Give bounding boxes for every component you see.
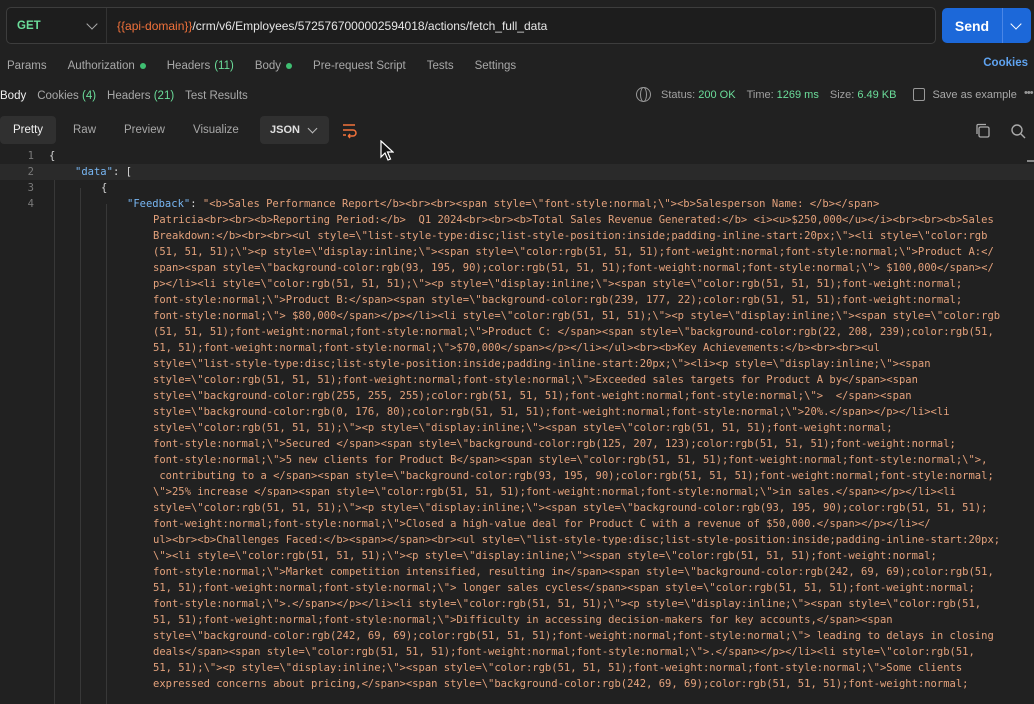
feedback-line: style=\"color:rgb(51, 51, 51);font-weigh… [153, 374, 918, 386]
format-select[interactable]: JSON [260, 116, 329, 144]
feedback-line: style=\"color:rgb(51, 51, 51);\"><p styl… [153, 502, 988, 514]
response-tabs: Body Cookies (4) Headers (21) Test Results … [0, 87, 1034, 105]
save-icon [913, 88, 926, 101]
status-value[interactable]: 200 OK [698, 89, 735, 101]
feedback-line: ul><br><b>Challenges Faced:</b><span></s… [153, 534, 1001, 546]
feedback-line: font-style:normal;\">5 new clients for P… [153, 454, 988, 466]
feedback-line: \">25% increase </span><span style=\"col… [153, 486, 956, 498]
active-dot-icon [139, 63, 146, 69]
feedback-line: font-style:normal;\">Product B:</span><s… [153, 294, 963, 306]
send-label: Send [954, 17, 990, 34]
tab-authorization[interactable]: Authorization [68, 60, 146, 72]
feedback-line: (51, 51, 51);\"><p style=\"display:inlin… [153, 246, 994, 258]
feedback-line: 51, 51);\"><p style=\"display:inline;\">… [153, 662, 963, 674]
cookies-link[interactable]: Cookies [983, 57, 1028, 69]
globe-icon[interactable] [636, 87, 651, 102]
feedback-line: 51, 51);font-weight:normal;font-style:no… [153, 582, 975, 594]
url-input[interactable]: {{api-domain}}/crm/v6/Employees/57257670… [107, 19, 547, 33]
request-url-bar: GET {{api-domain}}/crm/v6/Employees/5725… [6, 7, 936, 44]
view-preview[interactable]: Preview [111, 116, 178, 144]
feedback-line: style=\"list-style-type:disc;list-style-… [153, 358, 931, 370]
code-line: 2 "data": [ [0, 164, 1034, 180]
tab-tests[interactable]: Tests [427, 60, 454, 72]
feedback-line: font-style:normal;\">Secured </span><spa… [153, 438, 956, 450]
feedback-line: style=\"color:rgb(51, 51, 51);\"><p styl… [153, 422, 893, 434]
code-line: 3 { [27, 182, 108, 194]
response-body-editor[interactable]: 1 { 2 "data": [ 3 { 4 "Feedback": "<b>Sa… [0, 148, 1034, 704]
url-variable: {{api-domain}} [117, 18, 193, 33]
view-raw[interactable]: Raw [60, 116, 109, 144]
tab-settings[interactable]: Settings [475, 60, 517, 72]
url-path: /crm/v6/Employees/5725767000002594018/ac… [192, 18, 548, 33]
wrap-lines-icon[interactable] [335, 116, 363, 144]
feedback-first-line: "<b>Sales Performance Report</b><br><br>… [202, 198, 880, 210]
send-button[interactable]: Send [942, 8, 1031, 43]
feedback-line: 51, 51);font-weight:normal;font-style:no… [153, 342, 880, 354]
tab-headers[interactable]: Headers (11) [167, 60, 234, 72]
method-label: GET [17, 19, 41, 32]
tab-body[interactable]: Body [255, 60, 293, 72]
search-icon[interactable] [1010, 123, 1026, 139]
response-view-toolbar: Pretty Raw Preview Visualize JSON [0, 116, 1034, 146]
feedback-line: (51, 51, 51);font-weight:normal;font-sty… [153, 326, 994, 338]
response-tab-test-results[interactable]: Test Results [185, 90, 248, 102]
feedback-line: font-style:normal;\"> $80,000</span></p>… [153, 310, 1001, 322]
copy-icon[interactable] [975, 123, 990, 138]
feedback-line: 51, 51);font-weight:normal;font-style:no… [153, 614, 893, 626]
time-value[interactable]: 1269 ms [777, 89, 819, 101]
response-meta: Status: 200 OK Time: 1269 ms Size: 6.49 … [636, 87, 1017, 102]
feedback-line: style=\"background-color:rgb(255, 255, 2… [153, 390, 912, 402]
feedback-line: font-style:normal;\">Market competition … [153, 566, 994, 578]
feedback-line: span><span style=\"background-color:rgb(… [153, 262, 994, 274]
view-visualize[interactable]: Visualize [180, 116, 252, 144]
response-tab-headers[interactable]: Headers (21) [107, 90, 174, 102]
active-dot-icon [286, 63, 293, 69]
tab-pre-request-script[interactable]: Pre-request Script [313, 60, 406, 72]
response-tab-cookies[interactable]: Cookies (4) [37, 90, 96, 102]
status-label: Status: [661, 88, 696, 101]
response-tab-body[interactable]: Body [0, 90, 26, 102]
feedback-line: Patricia<br><br><b>Reporting Period:</b>… [153, 214, 994, 226]
feedback-line: expressed concerns about pricing,</span>… [153, 678, 969, 690]
feedback-line: font-style:normal;\">.</span></p></li><l… [153, 598, 982, 610]
time-label: Time: [746, 88, 774, 101]
send-options-chevron-icon[interactable] [1010, 17, 1022, 30]
size-value[interactable]: 6.49 KB [857, 89, 896, 101]
feedback-line: \"><li style=\"color:rgb(51, 51, 51);\">… [153, 550, 937, 562]
feedback-line: contributing to a </span><span style=\"b… [153, 470, 994, 482]
code-line: 1 { [27, 150, 56, 162]
view-pretty[interactable]: Pretty [0, 116, 57, 144]
feedback-line: style=\"background-color:rgb(242, 69, 69… [153, 630, 994, 642]
format-label: JSON [270, 124, 300, 136]
save-as-example-button[interactable]: Save as example [932, 89, 1016, 101]
feedback-line: deals</span><span style=\"color:rgb(51, … [153, 646, 975, 658]
feedback-line: p></li><li style=\"color:rgb(51, 51, 51)… [153, 278, 963, 290]
method-select[interactable]: GET [7, 8, 107, 43]
code-line: 4 "Feedback": "<b>Sales Performance Repo… [27, 198, 880, 210]
feedback-line: style=\"background-color:rgb(0, 176, 80)… [153, 406, 950, 418]
more-options-icon[interactable]: ••• [1024, 87, 1034, 99]
size-label: Size: [829, 88, 855, 101]
tab-params[interactable]: Params [7, 60, 47, 72]
feedback-line: Breakdown:</b><br><br><ul style=\"list-s… [153, 230, 988, 242]
feedback-line: font-weight:normal;font-style:normal;\">… [153, 518, 931, 530]
request-tabs: Params Authorization Headers (11) Body Pre-re… [0, 57, 1034, 75]
chevron-down-icon [86, 18, 98, 30]
chevron-down-icon [307, 123, 318, 134]
